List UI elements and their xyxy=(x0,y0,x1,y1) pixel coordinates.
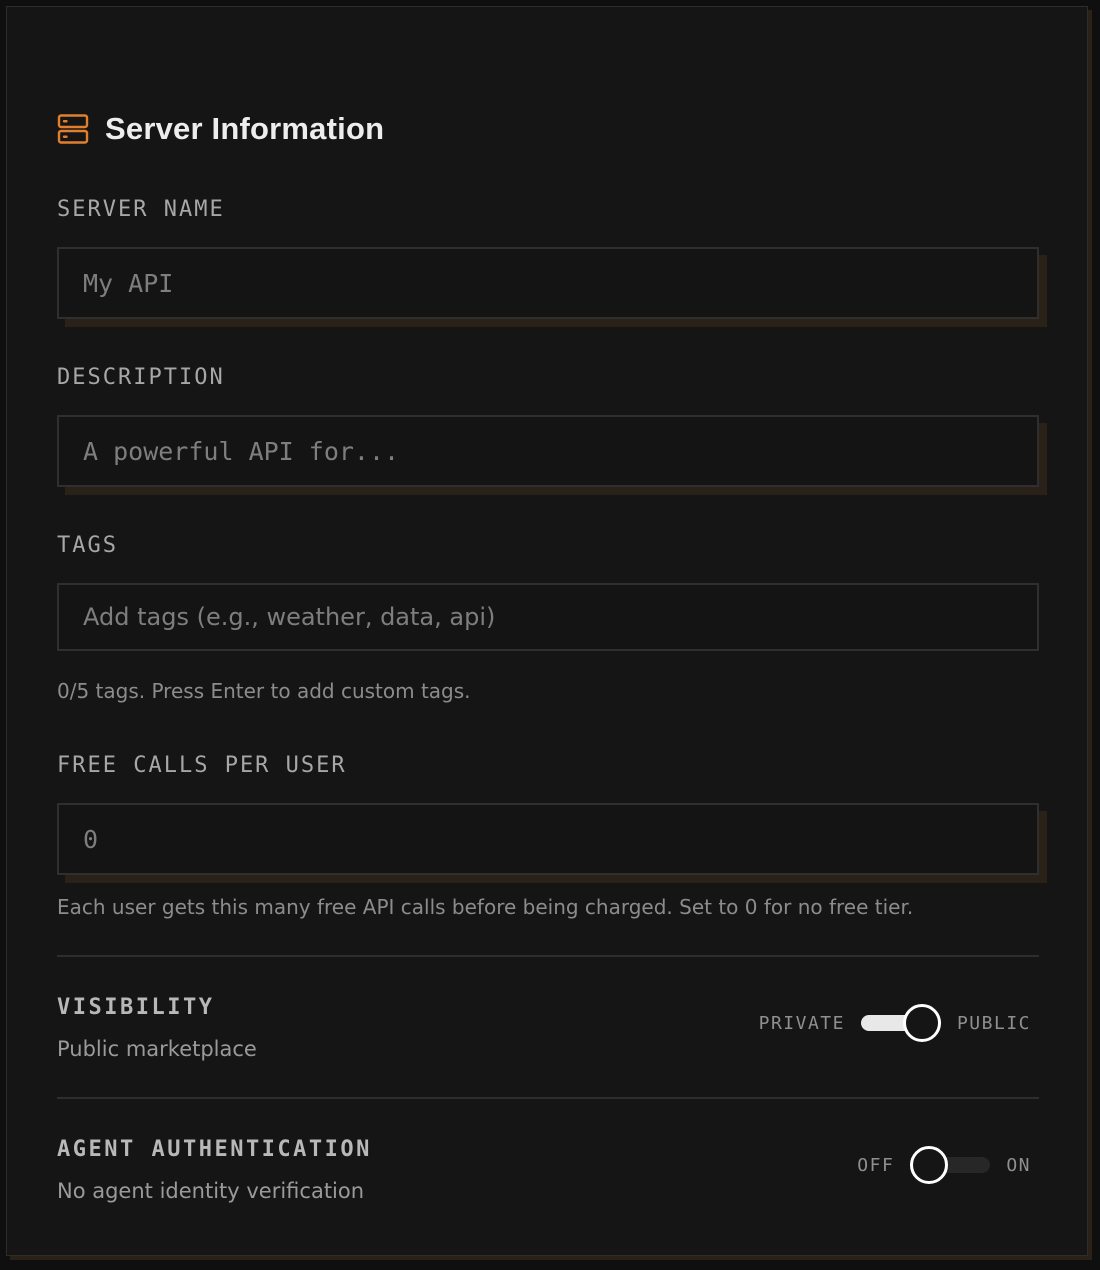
section-title: Server Information xyxy=(105,111,385,146)
visibility-toggle-knob xyxy=(902,1004,941,1042)
description-field-wrapper xyxy=(57,415,1047,495)
free-calls-field-wrapper xyxy=(57,803,1047,883)
description-input[interactable] xyxy=(57,415,1039,487)
description-label: DESCRIPTION xyxy=(57,365,225,390)
server-information-panel: Server Information SERVER NAME DESCRIPTI… xyxy=(6,6,1088,1256)
tags-label: TAGS xyxy=(57,533,118,558)
server-name-field-wrapper xyxy=(57,247,1047,327)
visibility-title: VISIBILITY xyxy=(57,995,215,1020)
visibility-private-label: PRIVATE xyxy=(758,1012,845,1034)
divider xyxy=(57,1097,1039,1099)
agent-auth-on-label: ON xyxy=(1006,1154,1031,1176)
tags-help-text: 0/5 tags. Press Enter to add custom tags… xyxy=(57,679,471,703)
divider xyxy=(57,955,1039,957)
free-calls-label: FREE CALLS PER USER xyxy=(57,753,347,778)
agent-auth-off-label: OFF xyxy=(857,1154,895,1176)
visibility-subtitle: Public marketplace xyxy=(57,1037,257,1061)
agent-auth-toggle-group: OFF ON xyxy=(857,1145,1031,1185)
agent-auth-toggle-knob xyxy=(910,1146,949,1184)
free-calls-help-text: Each user gets this many free API calls … xyxy=(57,895,914,919)
tags-input[interactable] xyxy=(57,583,1039,651)
visibility-toggle[interactable] xyxy=(860,1003,941,1043)
section-header: Server Information xyxy=(57,111,384,147)
server-name-label: SERVER NAME xyxy=(57,197,225,222)
tags-field-wrapper xyxy=(57,583,1039,651)
agent-auth-subtitle: No agent identity verification xyxy=(57,1179,365,1203)
visibility-toggle-group: PRIVATE PUBLIC xyxy=(759,1003,1031,1043)
server-name-input[interactable] xyxy=(57,247,1039,319)
free-calls-input[interactable] xyxy=(57,803,1039,875)
visibility-public-label: PUBLIC xyxy=(956,1012,1031,1034)
agent-auth-toggle[interactable] xyxy=(910,1145,991,1185)
agent-auth-title: AGENT AUTHENTICATION xyxy=(57,1137,372,1162)
server-icon xyxy=(57,114,89,144)
